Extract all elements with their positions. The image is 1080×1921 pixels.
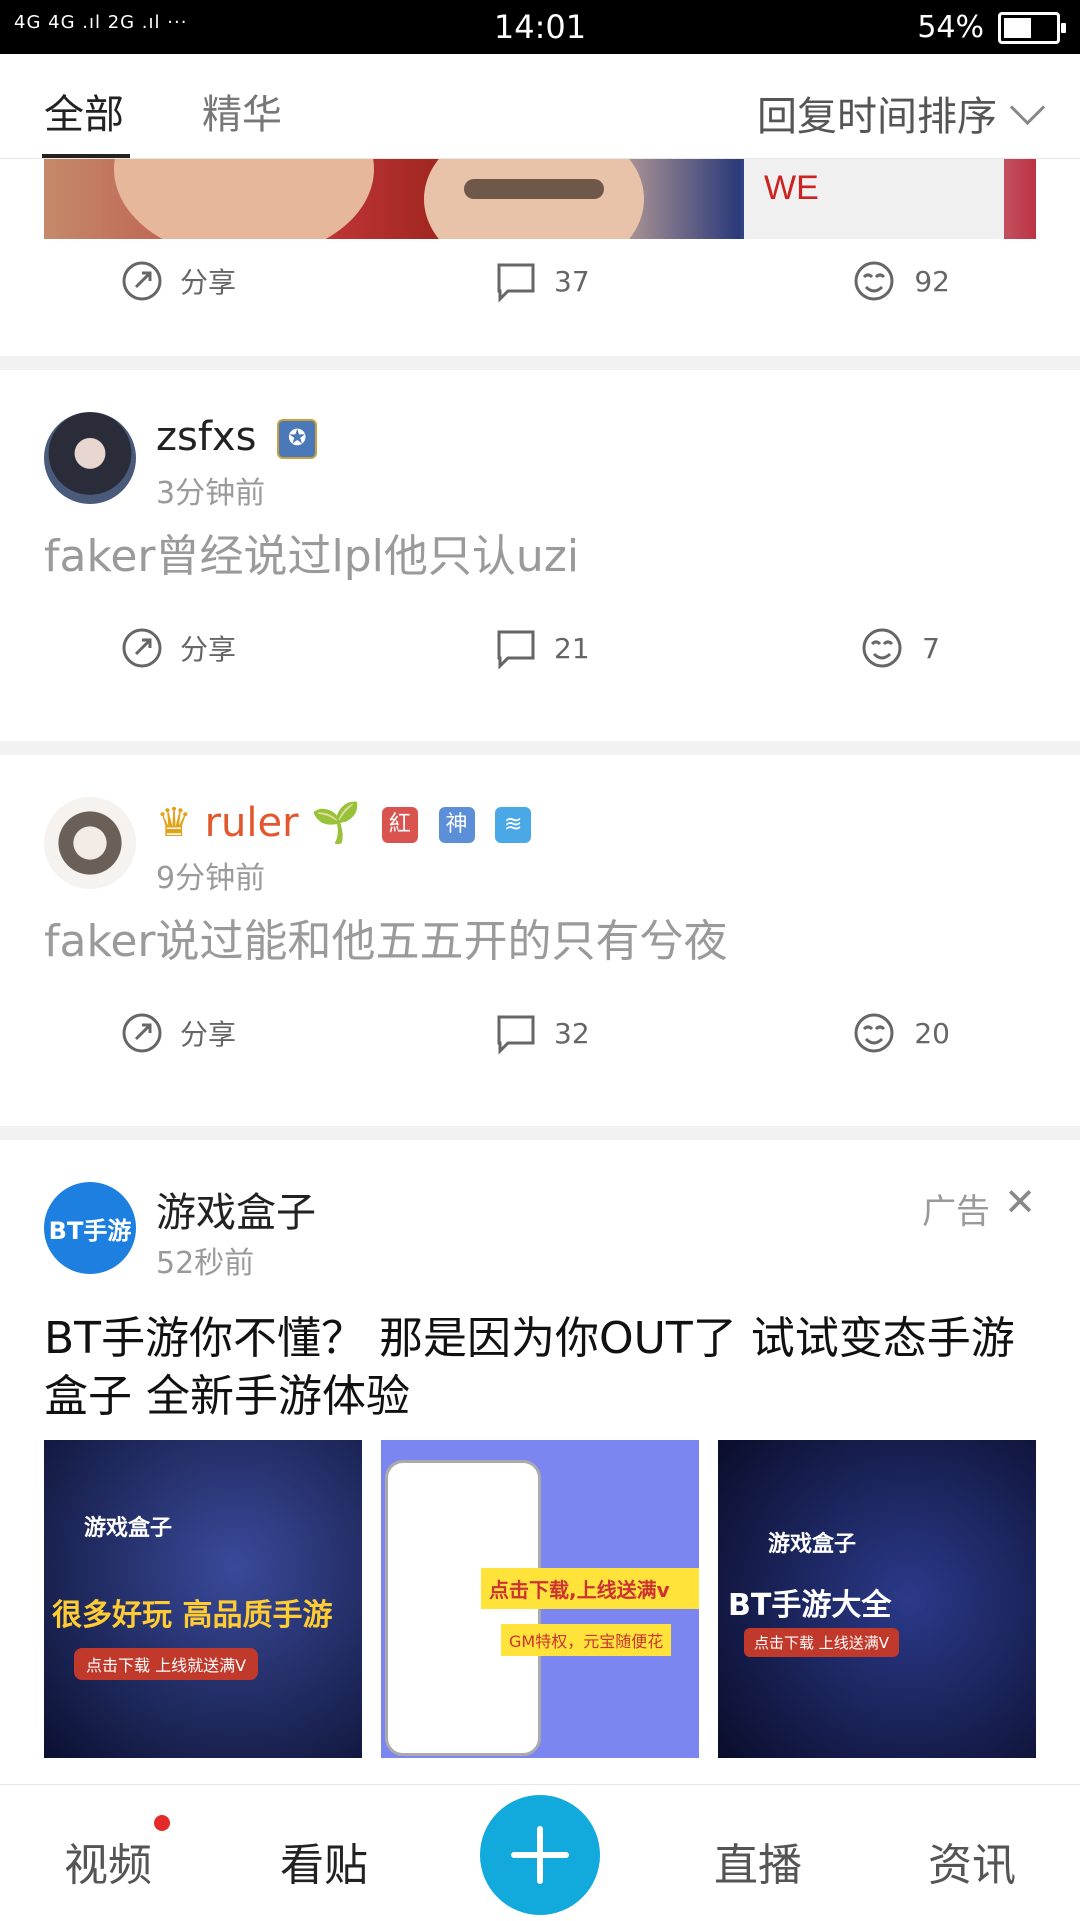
ad-image-brand: 游戏盒子 — [84, 1516, 173, 1541]
ad-image-headline: 点击下载,上线送满v — [481, 1568, 699, 1609]
chevron-down-icon — [1009, 89, 1046, 125]
divider — [0, 1126, 1080, 1140]
sort-label: 回复时间排序 — [757, 94, 997, 140]
ad-avatar[interactable]: BT手游 — [44, 1182, 136, 1274]
comment-button[interactable]: 32 — [494, 1011, 590, 1055]
close-icon[interactable]: ✕ — [1004, 1180, 1036, 1224]
like-button[interactable]: 92 — [850, 259, 950, 303]
post-image[interactable]: WE — [44, 79, 1036, 279]
tab-all[interactable]: 全部 — [44, 82, 124, 140]
share-button[interactable]: 分享 — [120, 626, 236, 670]
avatar[interactable] — [44, 412, 136, 504]
post-time: 3分钟前 — [156, 476, 266, 511]
comment-icon — [497, 263, 535, 303]
ad-image[interactable]: 游戏盒子 很多好玩 高品质手游 点击下载 上线就送满V — [44, 1440, 362, 1758]
avatar[interactable] — [44, 797, 136, 889]
share-icon — [122, 261, 162, 301]
nav-news[interactable]: 资讯 — [928, 1829, 1016, 1893]
divider — [0, 741, 1080, 755]
like-face-icon — [854, 261, 894, 301]
ad-image[interactable]: 游戏盒子 BT手游大全 点击下载 上线送满V — [718, 1440, 1036, 1758]
ad-image-cta: 点击下载 上线送满V — [744, 1628, 900, 1657]
ad-image-headline: BT手游大全 — [728, 1588, 892, 1623]
comment-icon — [497, 630, 535, 670]
filter-tabs: 全部 精华 回复时间排序 — [0, 54, 1080, 159]
battery-percent: 54% — [917, 10, 984, 45]
like-button[interactable]: 7 — [858, 626, 940, 670]
ad-title[interactable]: BT手游你不懂？ 那是因为你OUT了 试试变态手游盒子 全新手游体验 — [44, 1310, 1034, 1426]
post-content[interactable]: faker曾经说过lpl他只认uzi — [44, 520, 579, 584]
post-content[interactable]: faker说过能和他五五开的只有兮夜 — [44, 905, 728, 969]
crown-icon: ♛ — [156, 800, 192, 846]
comment-button[interactable]: 21 — [494, 626, 590, 670]
comment-count: 37 — [554, 264, 590, 298]
bottom-nav: 视频 看贴 直播 资讯 — [0, 1784, 1080, 1921]
like-face-icon — [862, 628, 902, 668]
battery-status: 54% — [917, 10, 1066, 45]
ad-image[interactable]: 点击下载,上线送满v GM特权，元宝随便花 — [381, 1440, 699, 1758]
ad-image-sub: GM特权，元宝随便花 — [501, 1624, 672, 1656]
sprout-icon: 🌱 — [311, 800, 362, 846]
share-icon — [122, 628, 162, 668]
tab-featured[interactable]: 精华 — [202, 82, 282, 140]
like-button[interactable]: 20 — [850, 1011, 950, 1055]
like-count: 20 — [914, 1016, 950, 1050]
plus-icon — [511, 1826, 569, 1884]
share-button[interactable]: 分享 — [120, 1011, 236, 1055]
ad-time: 52秒前 — [156, 1246, 255, 1281]
like-face-icon — [854, 1013, 894, 1053]
ad-username[interactable]: 游戏盒子 — [156, 1180, 316, 1238]
share-label: 分享 — [180, 633, 237, 666]
nav-posts[interactable]: 看贴 — [280, 1829, 368, 1893]
svg-text:WE: WE — [764, 169, 819, 207]
sort-dropdown[interactable]: 回复时间排序 — [757, 84, 1046, 142]
comment-count: 32 — [554, 1016, 590, 1050]
comment-count: 21 — [554, 631, 590, 665]
badge-red-icon: 紅 — [381, 807, 418, 843]
ad-image-cta: 点击下载 上线就送满V — [74, 1648, 259, 1680]
post-actions: 分享 37 92 — [0, 259, 1080, 339]
badge-god-icon: 神 — [438, 807, 475, 843]
post-time: 9分钟前 — [156, 861, 266, 896]
badge-aquarius-icon: ≋ — [495, 807, 532, 843]
share-icon — [122, 1013, 162, 1053]
username[interactable]: ♛ ruler 🌱 紅 神 ≋ — [156, 799, 532, 846]
nav-live[interactable]: 直播 — [714, 1829, 802, 1893]
share-label: 分享 — [180, 266, 237, 299]
comment-button[interactable]: 37 — [494, 259, 590, 303]
like-count: 92 — [914, 264, 950, 298]
create-post-button[interactable] — [480, 1795, 600, 1915]
nav-video[interactable]: 视频 — [64, 1829, 152, 1893]
share-button[interactable]: 分享 — [120, 259, 236, 303]
ad-image-headline: 很多好玩 高品质手游 — [52, 1598, 333, 1633]
status-bar: 4G 4G .ıl 2G .ıl ··· 14:01 54% — [0, 0, 1080, 54]
post-actions: 分享 32 20 — [0, 1011, 1080, 1091]
notification-dot — [154, 1815, 170, 1831]
divider — [0, 356, 1080, 370]
share-label: 分享 — [180, 1018, 237, 1051]
like-count: 7 — [922, 631, 940, 665]
level-badge-icon: ✪ — [277, 419, 318, 459]
active-tab-indicator — [42, 154, 130, 158]
post-actions: 分享 21 7 — [0, 626, 1080, 706]
username[interactable]: zsfxs ✪ — [156, 414, 318, 460]
ad-label: 广告 — [922, 1192, 990, 1232]
battery-icon — [998, 11, 1066, 44]
comment-icon — [497, 1015, 535, 1055]
ad-image-brand: 游戏盒子 — [768, 1532, 857, 1557]
